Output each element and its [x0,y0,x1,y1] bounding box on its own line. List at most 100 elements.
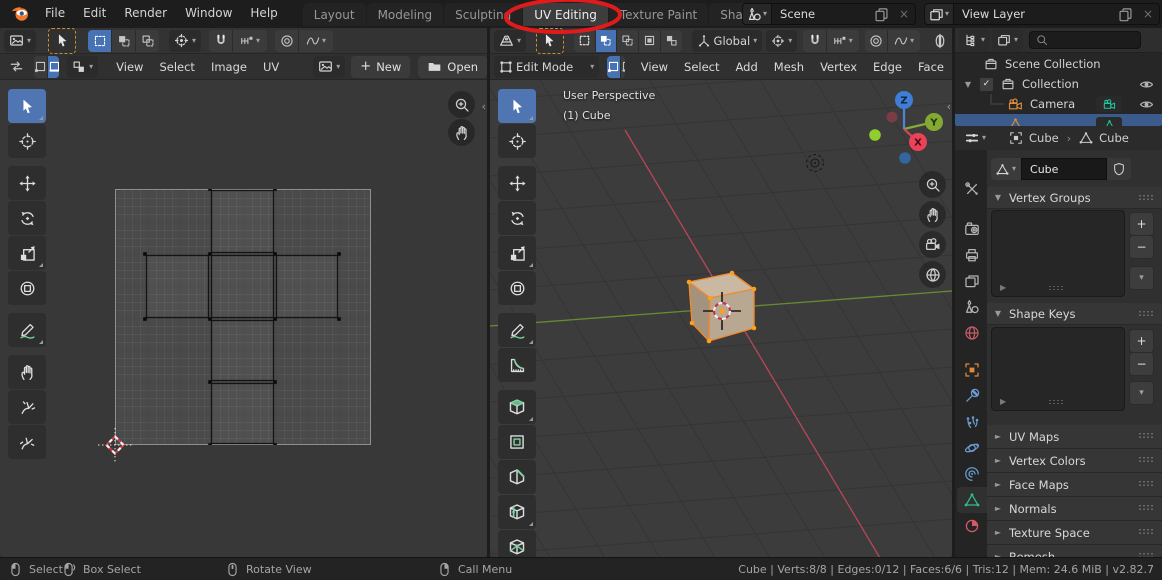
vertex-groups-list[interactable]: ▶ [991,210,1125,297]
panel-header-uv-maps[interactable]: ► UV Maps [987,425,1162,449]
vertex-group-remove-button[interactable]: − [1129,235,1154,259]
vp-tool-bevel[interactable] [498,460,536,494]
vp-menu-edge[interactable]: Edge [865,60,910,74]
vp-tool-cursor[interactable] [498,124,536,158]
uv-tool-annotate[interactable] [8,313,46,347]
uv-menu-uv[interactable]: UV [255,60,287,74]
uv-menu-select[interactable]: Select [151,60,202,74]
vp-tool-measure[interactable] [498,348,536,382]
vp-menu-select[interactable]: Select [676,60,727,74]
panel-header-remesh[interactable]: ► Remesh [987,545,1162,557]
uv-pan-hand-button[interactable] [448,119,475,146]
view-layer-selector[interactable]: ▾ View Layer × [924,3,1160,25]
scene-copy-icon[interactable] [870,7,893,22]
menu-help[interactable]: Help [241,0,286,26]
vp-tool-rotate[interactable] [498,201,536,235]
tab-world[interactable] [957,320,987,346]
vp-mesh-symmetry-icon[interactable] [928,30,952,52]
viewport-canvas[interactable]: User Perspective (1) Cube [490,80,952,557]
tab-particles[interactable] [957,409,987,435]
uv-region-collapse-icon[interactable]: ‹ [482,100,486,113]
view-layer-name[interactable]: View Layer [954,7,1114,21]
vp-zoom-button[interactable] [919,171,946,198]
vp-tool-extrude-region[interactable] [498,390,536,424]
panel-drag-grip[interactable] [1138,194,1154,201]
view-layer-icon[interactable]: ▾ [925,4,954,24]
blender-logo-icon[interactable] [0,3,36,23]
tab-constraints[interactable] [957,461,987,487]
mesh-datablock-dropdown[interactable]: ▾ [991,158,1021,180]
uv-tool-transform[interactable] [8,271,46,305]
properties-editor-type-dropdown[interactable]: ▾ [960,127,991,149]
vp-region-collapse-icon[interactable]: ‹ [947,100,951,113]
vp-select-subtract-button[interactable] [617,30,639,52]
uv-tool-tweak-select[interactable] [8,89,46,123]
panel-header-face-maps[interactable]: ► Face Maps [987,473,1162,497]
scene-icon[interactable]: ▾ [743,4,772,24]
tab-render[interactable] [957,216,987,242]
outliner-search-input[interactable] [1029,31,1141,49]
shape-key-specials-button[interactable]: ▾ [1129,381,1154,405]
uv-tool-cursor[interactable] [8,124,46,158]
uv-menu-image[interactable]: Image [203,60,255,74]
panel-header-shape-keys[interactable]: ▼ Shape Keys [987,303,1162,325]
tab-object[interactable] [957,357,987,383]
uv-snap-with-dropdown[interactable]: ▾ [233,30,267,52]
vp-tool-annotate[interactable] [498,313,536,347]
uv-canvas[interactable]: ‹ [0,80,487,557]
vp-tool-transform[interactable] [498,271,536,305]
fake-user-shield-button[interactable] [1107,158,1131,180]
shape-keys-list[interactable]: ▶ [991,327,1125,411]
vp-tool-move[interactable] [498,166,536,200]
panel-drag-grip[interactable] [1138,480,1154,487]
outliner-row-scene-collection[interactable]: Scene Collection [955,54,1162,74]
eye-visibility-icon[interactable] [1139,77,1154,92]
uv-pivot-dropdown[interactable]: ▾ [169,30,201,52]
uv-new-image-button[interactable]: +New [351,56,410,78]
vp-select-extend-button[interactable] [596,30,618,52]
uv-image-area[interactable] [115,189,371,445]
vp-select-difference-button[interactable] [639,30,661,52]
vertex-group-specials-button[interactable]: ▾ [1129,266,1154,290]
panel-header-texture-space[interactable]: ► Texture Space [987,521,1162,545]
menu-file[interactable]: File [36,0,74,26]
vp-select-box-button[interactable] [574,30,596,52]
vp-tool-poly-build[interactable] [498,530,536,557]
collection-checkbox[interactable]: ✓ [979,77,994,92]
vp-snap-with-dropdown[interactable]: ▾ [827,30,859,52]
vp-tool-scale[interactable] [498,236,536,270]
vertex-group-add-button[interactable]: + [1129,212,1154,236]
uv-snap-magnet-toggle[interactable] [209,30,233,52]
uv-edge-mode-button[interactable] [48,56,59,78]
uv-2d-cursor[interactable] [97,427,133,463]
uv-tool-relax[interactable] [8,390,46,424]
uv-sticky-selection-dropdown[interactable]: ▾ [67,56,98,78]
menu-edit[interactable]: Edit [74,0,115,26]
vp-proportional-falloff-dropdown[interactable]: ▾ [888,30,920,52]
viewport-active-tool-button[interactable] [536,28,564,54]
outliner-row-camera[interactable]: Camera [955,94,1162,114]
vp-menu-add[interactable]: Add [728,60,766,74]
vp-mode-dropdown[interactable]: Edit Mode▾ [494,56,599,78]
vp-tool-loop-cut[interactable] [498,495,536,529]
panel-header-vertex-groups[interactable]: ▼ Vertex Groups [987,187,1162,209]
list-filter-arrow[interactable]: ▶ [1000,397,1006,406]
uv-tool-grab[interactable] [8,355,46,389]
mesh-data-badge[interactable] [1096,117,1122,126]
uv-sync-selection-toggle[interactable] [4,56,28,78]
vp-pan-hand-button[interactable] [919,201,946,228]
panel-drag-grip[interactable] [1138,456,1154,463]
workspace-tab-modeling[interactable]: Modeling [367,3,444,26]
vp-vertex-mode-button[interactable] [607,56,621,78]
mesh-name-field[interactable]: Cube [1021,158,1107,180]
panel-header-vertex-colors[interactable]: ► Vertex Colors [987,449,1162,473]
workspace-tab-sculpting[interactable]: Sculpting [444,3,522,26]
tab-material[interactable] [957,513,987,539]
tab-tool[interactable] [957,176,987,202]
workspace-tab-texture-paint[interactable]: Texture Paint [609,3,708,26]
vp-tool-tweak-select[interactable] [498,89,536,123]
vp-proportional-editing-toggle[interactable] [865,30,889,52]
vp-menu-mesh[interactable]: Mesh [766,60,812,74]
view-layer-close-icon[interactable]: × [1137,7,1159,21]
tab-view-layer[interactable] [957,268,987,294]
